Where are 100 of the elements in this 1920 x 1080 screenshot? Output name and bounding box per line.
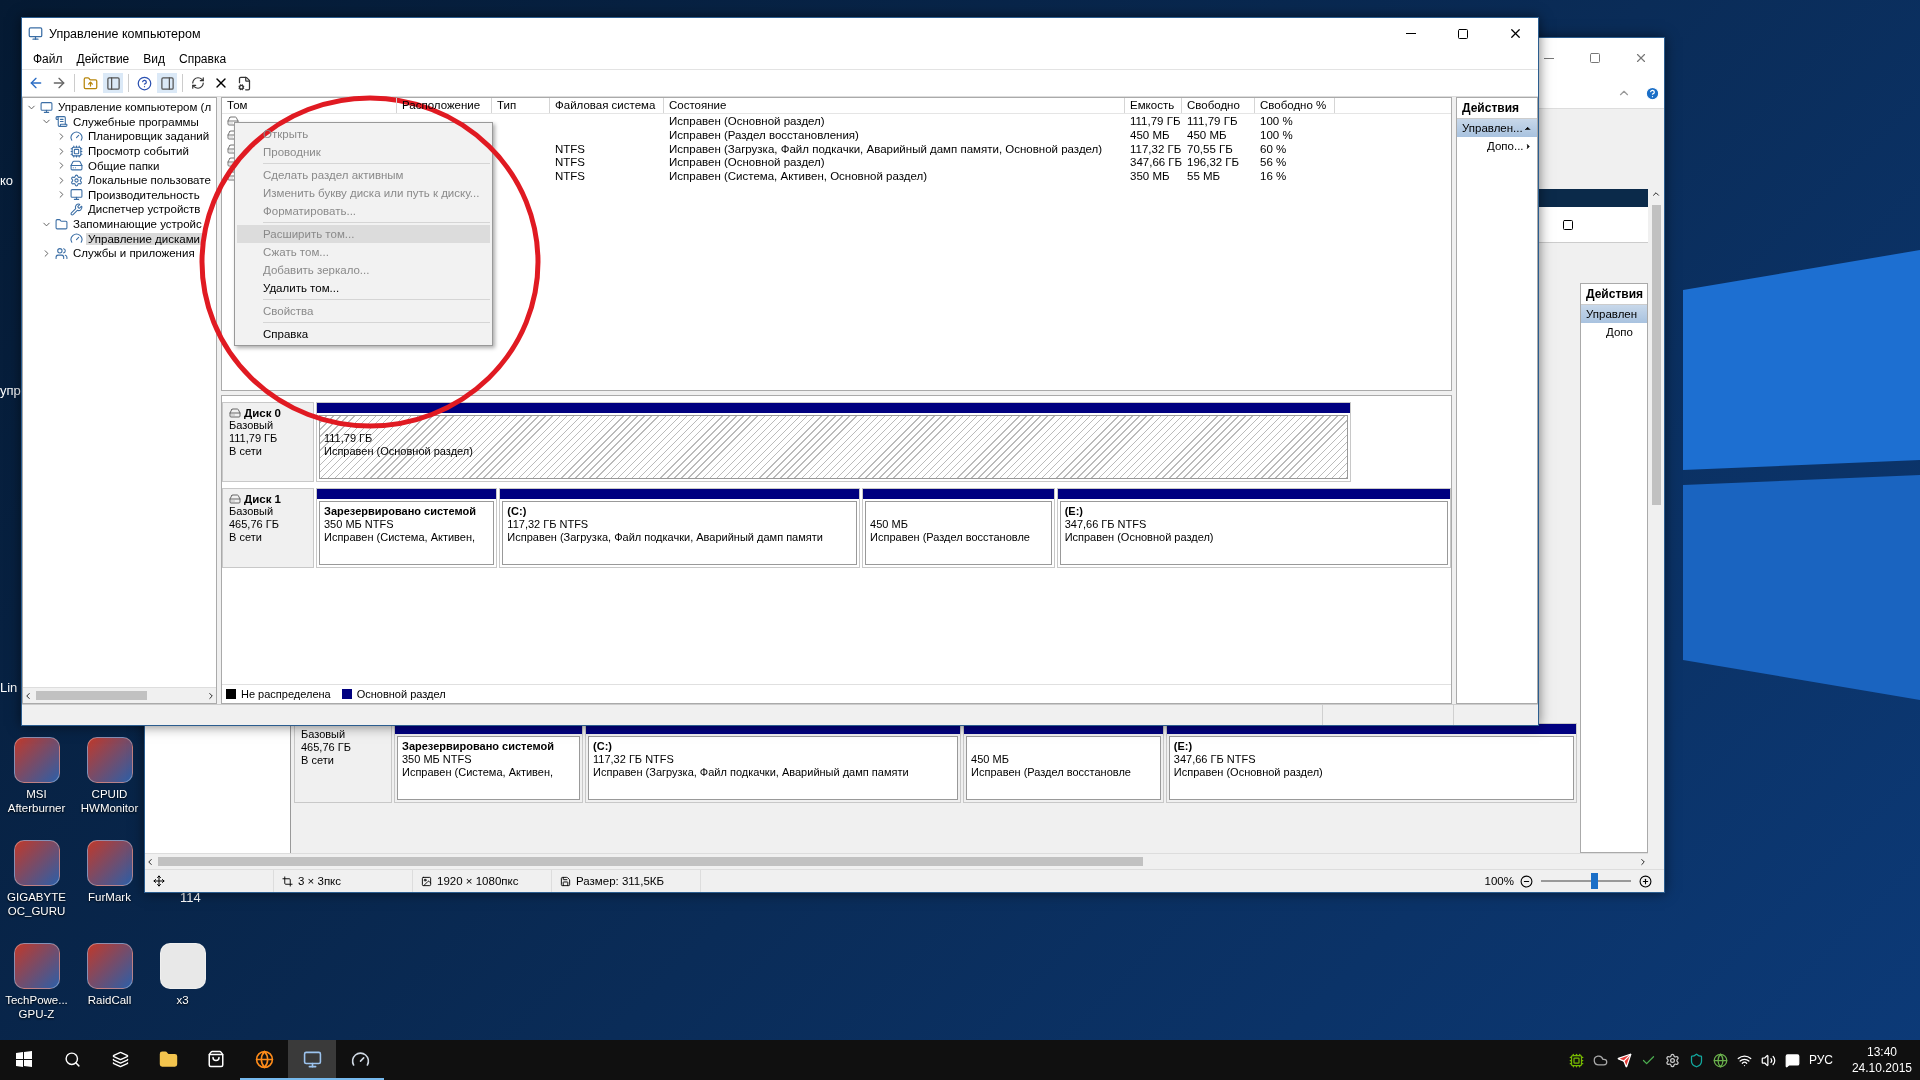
desktop-icon-label[interactable]: TechPowe... GPU-Z [3, 993, 70, 1021]
volume-icon [1760, 1052, 1776, 1068]
app-icon[interactable] [13, 840, 60, 886]
folder-icon [55, 217, 68, 231]
context-menu-item[interactable]: Справка [237, 325, 490, 343]
image-dimensions: 1920 × 1080пкс [437, 875, 519, 887]
back-icon [28, 75, 44, 91]
partition-block[interactable]: 450 МБ Исправен (Раздел восстановле [963, 723, 1164, 803]
computer-taskbar-button[interactable] [288, 1040, 336, 1080]
column-header[interactable]: Состояние [664, 98, 1125, 113]
app-icon[interactable] [13, 943, 60, 989]
actions-item[interactable]: Управлен [1581, 305, 1647, 323]
partition-label: (E:) [1173, 740, 1194, 753]
app-icon[interactable] [13, 737, 60, 783]
tree-item[interactable]: Производительность [86, 188, 202, 201]
selection-icon [282, 875, 293, 887]
disk-label-panel[interactable]: Диск 1 Базовый 465,76 ГБ В сети [222, 488, 314, 568]
scrollbar-thumb[interactable] [158, 857, 1143, 866]
table-cell-text: NTFS [554, 169, 587, 184]
folder-up-icon [82, 75, 98, 91]
image-file-icon[interactable] [159, 943, 206, 989]
actions-item[interactable]: Управлен... [1457, 119, 1537, 137]
tree-item[interactable]: Общие папки [86, 159, 162, 172]
tree-item[interactable]: Диспетчер устройств [86, 203, 203, 216]
tree-item[interactable]: Запоминающие устройс [71, 218, 204, 231]
help-icon [1645, 85, 1660, 101]
drive-icon [227, 115, 239, 127]
partition-status: Исправен (Загрузка, Файл подкачки, Аварийный дамп памяти [593, 766, 910, 779]
tree-item[interactable]: Службы и приложения [71, 247, 197, 260]
desktop-icon-label[interactable]: FurMark [76, 890, 143, 904]
image-size-icon [421, 875, 432, 887]
disk-save-icon [560, 875, 571, 887]
column-header[interactable]: Тип [492, 98, 550, 113]
action-pane-button[interactable] [157, 73, 177, 93]
close-icon [1634, 51, 1648, 65]
table-cell-text: 111,79 ГБ [1186, 114, 1239, 128]
drive-icon [229, 493, 241, 505]
partition-status: Исправен (Раздел восстановле [870, 531, 1031, 544]
disk-type: Базовый [229, 505, 275, 518]
zoom-slider-thumb[interactable] [1590, 873, 1598, 889]
disk-status: В сети [229, 445, 263, 458]
tree-item[interactable]: Просмотр событий [86, 145, 191, 158]
desktop-icon-label[interactable]: x3 [149, 993, 216, 1007]
menu-item[interactable]: Файл [26, 52, 70, 66]
horizontal-scrollbar[interactable] [23, 687, 216, 703]
clock[interactable]: 13:40 24.10.2015 [1851, 1044, 1912, 1076]
menu-item[interactable]: Справка [172, 52, 234, 66]
partition-block[interactable]: 111,79 ГБ Исправен (Основной раздел) [316, 402, 1351, 482]
partition-status: Исправен (Система, Активен, [324, 531, 477, 544]
scrollbar-thumb[interactable] [1651, 205, 1661, 505]
partition-block[interactable]: Зарезервировано системой 350 МБ NTFS Исправен (Система, Активен, [394, 723, 584, 803]
column-header[interactable]: Свободно % [1255, 98, 1335, 113]
disk-label-panel[interactable]: Диск 0 Базовый 111,79 ГБ В сети [222, 402, 314, 482]
partition-block[interactable]: (E:) 347,66 ГБ NTFS Исправен (Основной раздел) [1165, 723, 1577, 803]
scrollbar-thumb[interactable] [36, 691, 148, 700]
app-icon[interactable] [86, 840, 133, 886]
tree-item[interactable]: Планировщик заданий [86, 130, 212, 143]
table-cell-text: Исправен (Основной раздел) [668, 114, 826, 128]
desktop-icon-label[interactable]: MSI Afterburner [3, 787, 70, 815]
partition-status: Исправен (Загрузка, Файл подкачки, Аварийный дамп памяти [507, 531, 824, 544]
actions-item[interactable]: Допо... [1457, 137, 1537, 155]
tree-item[interactable]: Управление дисками [86, 232, 203, 245]
shopping-bag-icon [207, 1050, 225, 1068]
column-header[interactable]: Емкость [1125, 98, 1182, 113]
partition-block[interactable]: (C:) 117,32 ГБ NTFS Исправен (Загрузка, Файл подкачки, Аварийный дамп памяти [585, 723, 962, 803]
shield-icon [1688, 1052, 1704, 1068]
partition-status: Исправен (Раздел восстановле [971, 766, 1132, 779]
tray-app-icon [1712, 1052, 1728, 1068]
desktop-icon-label[interactable]: GIGABYTE OC_GURU [3, 890, 70, 918]
desktop-icon-label: ко [0, 173, 14, 188]
properties-icon [236, 75, 252, 91]
column-header[interactable]: Файловая система [550, 98, 664, 113]
menu-item[interactable]: Действие [69, 52, 137, 66]
app-icon[interactable] [86, 943, 133, 989]
gauge-icon [70, 232, 83, 246]
horizontal-scrollbar[interactable] [145, 853, 1648, 869]
tree-item[interactable]: Локальные пользовате [86, 174, 213, 187]
column-header[interactable]: Том [222, 98, 397, 113]
zoom-in-icon [1639, 874, 1652, 888]
partition-block[interactable]: Зарезервировано системой 350 МБ NTFS Исправен (Система, Активен, [316, 488, 498, 568]
console-tree-button[interactable] [103, 73, 123, 93]
language-indicator[interactable]: РУС [1808, 1053, 1833, 1067]
menu-item[interactable]: Вид [136, 52, 172, 66]
desktop-icon-label[interactable]: CPUID HWMonitor [76, 787, 143, 815]
window-title: Управление компьютером [49, 26, 202, 41]
app-icon[interactable] [86, 737, 133, 783]
actions-item[interactable]: Допо [1581, 323, 1647, 341]
partition-block[interactable]: (E:) 347,66 ГБ NTFS Исправен (Основной раздел) [1056, 488, 1451, 568]
tray-app-icon [1568, 1052, 1584, 1068]
context-menu-item[interactable]: Удалить том... [237, 279, 490, 297]
partition-block[interactable]: (C:) 117,32 ГБ NTFS Исправен (Загрузка, Файл подкачки, Аварийный дамп памяти [499, 488, 861, 568]
disk-size: 111,79 ГБ [229, 432, 279, 445]
tree-item[interactable]: Управление компьютером (л [56, 101, 214, 114]
column-header[interactable]: Свободно [1182, 98, 1255, 113]
partition-block[interactable]: 450 МБ Исправен (Раздел восстановле [862, 488, 1055, 568]
desktop-icon-label[interactable]: RaidCall [76, 993, 143, 1007]
disk-type: Базовый [229, 419, 275, 432]
partition-label: Зарезервировано системой [324, 505, 477, 518]
tree-item[interactable]: Служебные программы [71, 115, 201, 128]
table-cell-text: 347,66 ГБ [1129, 155, 1182, 170]
